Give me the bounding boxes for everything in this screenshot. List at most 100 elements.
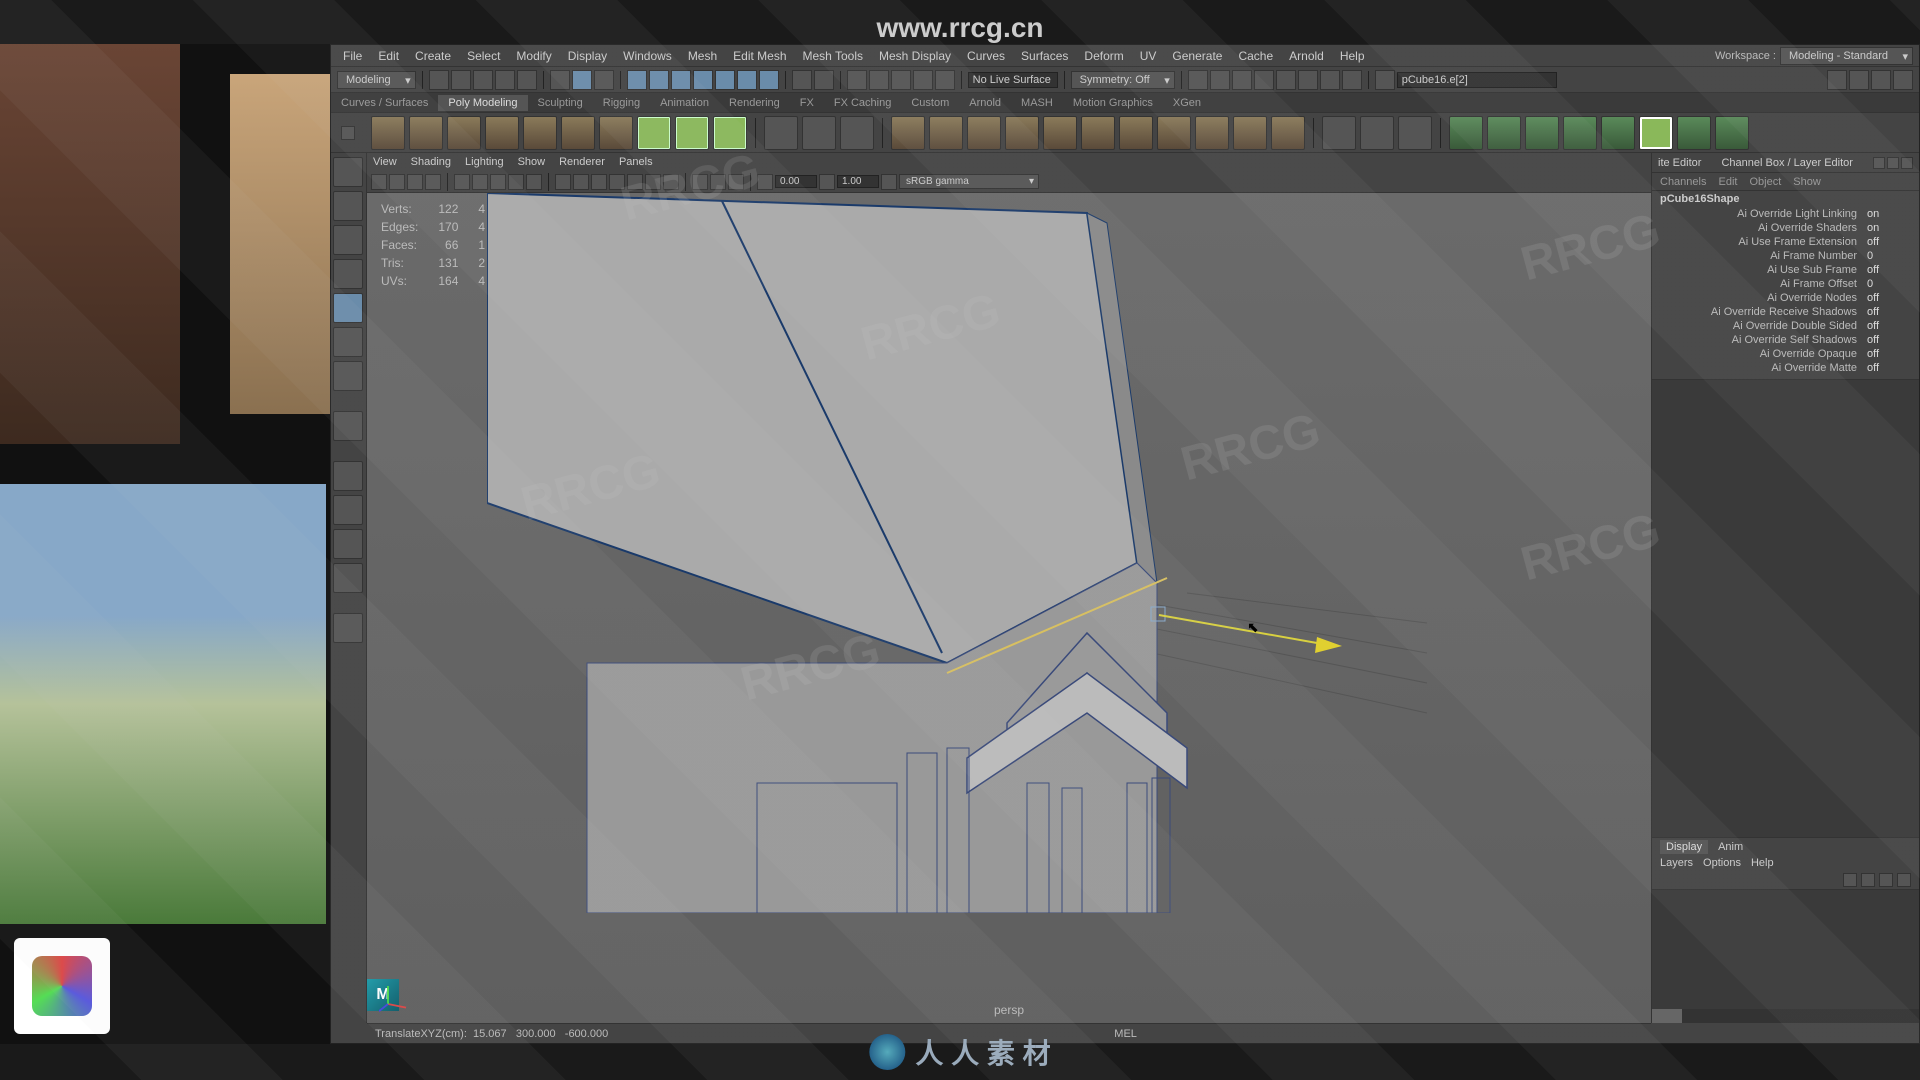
persp-graph-tool[interactable] xyxy=(333,529,363,559)
tab-display[interactable]: Display xyxy=(1660,840,1708,854)
freeze-transform-button[interactable] xyxy=(840,116,874,150)
vp-bookmark-icon[interactable] xyxy=(407,174,423,190)
vp-ao-icon[interactable] xyxy=(645,174,661,190)
vp-menu-lighting[interactable]: Lighting xyxy=(465,156,504,168)
attr-value[interactable]: off xyxy=(1863,362,1915,374)
move-tool[interactable] xyxy=(333,225,363,255)
target-weld-button[interactable] xyxy=(1119,116,1153,150)
menu-curves[interactable]: Curves xyxy=(959,49,1013,63)
attr-value[interactable]: off xyxy=(1863,320,1915,332)
construction-history-icon[interactable] xyxy=(847,70,867,90)
attr-value[interactable]: on xyxy=(1863,208,1915,220)
hypershade-tool[interactable] xyxy=(333,563,363,593)
vp-resolution-gate-icon[interactable] xyxy=(490,174,506,190)
panel-max-icon[interactable] xyxy=(1887,157,1899,169)
tab-lite-editor[interactable]: ite Editor xyxy=(1658,157,1701,169)
attr-ai-override-shaders[interactable]: Ai Override Shaderson xyxy=(1652,221,1919,235)
last-tool[interactable] xyxy=(333,327,363,357)
workspace-dropdown[interactable]: Modeling - Standard xyxy=(1780,47,1913,65)
viewport-3d[interactable]: Verts:12240Edges:17041Faces:6610Tris:131… xyxy=(367,193,1651,1023)
sidebar-toggle-4-icon[interactable] xyxy=(1893,70,1913,90)
vp-exposure-field[interactable]: 0.00 xyxy=(775,175,817,188)
layer-menu-options[interactable]: Options xyxy=(1703,857,1741,869)
vp-film-gate-icon[interactable] xyxy=(472,174,488,190)
menu-select[interactable]: Select xyxy=(459,49,508,63)
ipr-icon[interactable] xyxy=(1210,70,1230,90)
attr-ai-override-self-shadows[interactable]: Ai Override Self Shadowsoff xyxy=(1652,333,1919,347)
light-editor-icon[interactable] xyxy=(1298,70,1318,90)
lasso-tool[interactable] xyxy=(333,191,363,221)
shelf-tab-curves-surfaces[interactable]: Curves / Surfaces xyxy=(331,95,438,111)
center-pivot-button[interactable] xyxy=(802,116,836,150)
fill-hole-button[interactable] xyxy=(1563,116,1597,150)
smooth-button[interactable] xyxy=(1157,116,1191,150)
shelf-tab-poly-modeling[interactable]: Poly Modeling xyxy=(438,95,527,111)
quadrangulate-button[interactable] xyxy=(1271,116,1305,150)
vp-menu-panels[interactable]: Panels xyxy=(619,156,653,168)
boolean-diff-button[interactable] xyxy=(1487,116,1521,150)
open-scene-icon[interactable] xyxy=(451,70,471,90)
menu-cache[interactable]: Cache xyxy=(1230,49,1281,63)
selected-tool-button[interactable] xyxy=(1639,116,1673,150)
attr-ai-override-opaque[interactable]: Ai Override Opaqueoff xyxy=(1652,347,1919,361)
translate-manipulator[interactable] xyxy=(1147,601,1367,681)
paint-select-icon[interactable] xyxy=(594,70,614,90)
menu-edit-mesh[interactable]: Edit Mesh xyxy=(725,49,794,63)
attr-value[interactable]: off xyxy=(1863,348,1915,360)
live-surface-field[interactable]: No Live Surface xyxy=(968,72,1058,88)
attr-ai-override-receive-shadows[interactable]: Ai Override Receive Shadowsoff xyxy=(1652,305,1919,319)
bridge-button[interactable] xyxy=(1005,116,1039,150)
separate-button[interactable] xyxy=(929,116,963,150)
attr-ai-override-nodes[interactable]: Ai Override Nodesoff xyxy=(1652,291,1919,305)
magnet-icon[interactable] xyxy=(814,70,834,90)
layer-move-down-icon[interactable] xyxy=(1861,873,1875,887)
vp-xray-joints-icon[interactable] xyxy=(728,174,744,190)
vp-menu-shading[interactable]: Shading xyxy=(411,156,451,168)
vp-color-mgmt-icon[interactable] xyxy=(881,174,897,190)
attr-value[interactable]: off xyxy=(1863,264,1915,276)
poly-sphere-button[interactable] xyxy=(371,116,405,150)
menu-display[interactable]: Display xyxy=(560,49,615,63)
merge-button[interactable] xyxy=(1081,116,1115,150)
svg-button[interactable] xyxy=(675,116,709,150)
select-mode-icon[interactable] xyxy=(550,70,570,90)
sculpt-button[interactable] xyxy=(1677,116,1711,150)
vp-shaded-icon[interactable] xyxy=(573,174,589,190)
delete-edge-button[interactable] xyxy=(1715,116,1749,150)
redo-icon[interactable] xyxy=(517,70,537,90)
menu-mesh[interactable]: Mesh xyxy=(680,49,725,63)
insert-edge-loop-button[interactable] xyxy=(1360,116,1394,150)
attr-ai-override-matte[interactable]: Ai Override Matteoff xyxy=(1652,361,1919,375)
select-tool[interactable] xyxy=(333,157,363,187)
render-view-icon[interactable] xyxy=(1254,70,1274,90)
four-view-tool[interactable] xyxy=(333,461,363,491)
history-on-icon[interactable] xyxy=(891,70,911,90)
panel-scrollbar[interactable] xyxy=(1652,1009,1919,1023)
shelf-tab-rendering[interactable]: Rendering xyxy=(719,95,790,111)
attr-ai-frame-number[interactable]: Ai Frame Number0 xyxy=(1652,249,1919,263)
poly-cube-button[interactable] xyxy=(409,116,443,150)
snap-curve-icon[interactable] xyxy=(649,70,669,90)
vp-field-chart-icon[interactable] xyxy=(526,174,542,190)
triangulate-button[interactable] xyxy=(1233,116,1267,150)
rotate-tool[interactable] xyxy=(333,259,363,289)
mode-dropdown[interactable]: Modeling xyxy=(337,71,416,89)
offset-edge-button[interactable] xyxy=(1398,116,1432,150)
vp-isolate-icon[interactable] xyxy=(692,174,708,190)
attr-ai-use-frame-extension[interactable]: Ai Use Frame Extensionoff xyxy=(1652,235,1919,249)
menu-uv[interactable]: UV xyxy=(1132,49,1165,63)
attr-ai-override-light-linking[interactable]: Ai Override Light Linkingon xyxy=(1652,207,1919,221)
shelf-menu-icon[interactable] xyxy=(341,126,355,140)
pause-icon[interactable] xyxy=(1342,70,1362,90)
menu-create[interactable]: Create xyxy=(407,49,459,63)
vp-menu-view[interactable]: View xyxy=(373,156,397,168)
shelf-tab-fx-caching[interactable]: FX Caching xyxy=(824,95,901,111)
combine-button[interactable] xyxy=(891,116,925,150)
new-scene-icon[interactable] xyxy=(429,70,449,90)
attr-value[interactable]: on xyxy=(1863,222,1915,234)
playblast-icon[interactable] xyxy=(1320,70,1340,90)
menu-arnold[interactable]: Arnold xyxy=(1281,49,1332,63)
vp-xray-icon[interactable] xyxy=(710,174,726,190)
attr-ai-override-double-sided[interactable]: Ai Override Double Sidedoff xyxy=(1652,319,1919,333)
render-settings-icon[interactable] xyxy=(1232,70,1252,90)
